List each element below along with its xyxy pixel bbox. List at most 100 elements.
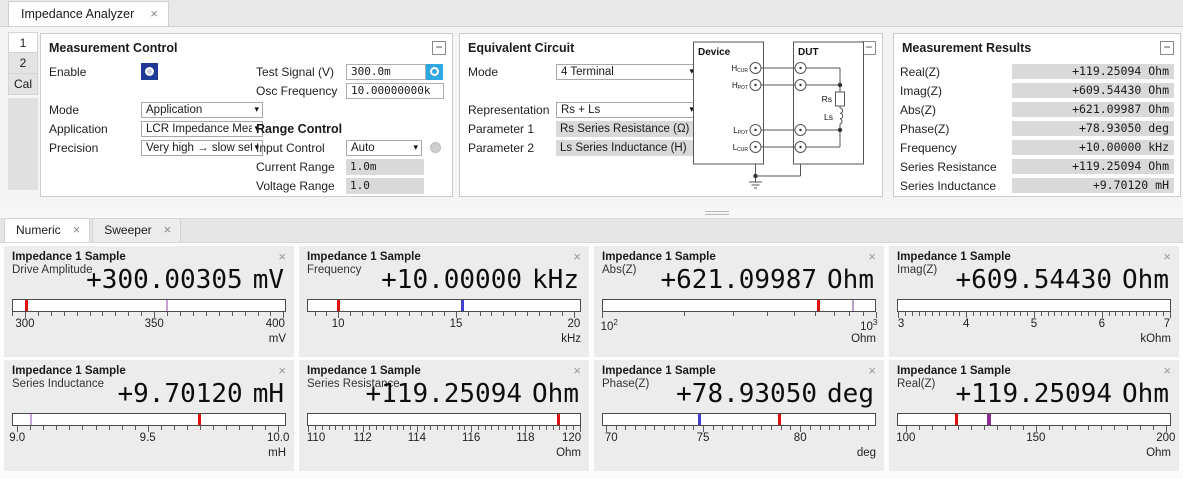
precision-select[interactable]: Very high → slow settlir ▾ [141, 140, 263, 156]
numeric-tile: Impedance 1 Sample × Series Inductance +… [4, 360, 294, 471]
result-value: +119.25094 Ohm [1012, 159, 1174, 174]
application-label: Application [49, 122, 141, 136]
collapse-button[interactable]: − [1160, 41, 1174, 55]
application-select[interactable]: LCR Impedance Measu ▾ [141, 121, 263, 137]
gauge-axis-label: 400 [266, 318, 285, 330]
gauge-axis-unit: kOhm [897, 333, 1171, 345]
gauge-axis-label: 110 [307, 432, 325, 444]
collapse-button[interactable]: − [432, 41, 446, 55]
current-range-label: Current Range [256, 160, 346, 174]
tile-close-icon[interactable]: × [1163, 251, 1171, 263]
test-signal-auto-button[interactable] [426, 64, 443, 80]
tile-close-icon[interactable]: × [278, 251, 286, 263]
measurement-control-title: Measurement Control [49, 41, 178, 55]
gauge-axis-labels: 10 15 20 [307, 318, 581, 331]
gauge-axis-label: 75 [697, 432, 710, 444]
tab-close-icon[interactable]: × [73, 225, 81, 235]
input-control-label: Input Control [256, 141, 346, 155]
gauge-axis-label: 300 [15, 318, 34, 330]
test-signal-input[interactable]: 300.0m [346, 64, 426, 80]
gauge-axis-label: 100 [896, 432, 915, 444]
gauge-axis-label: 10 [332, 318, 345, 330]
gauge-axis-label: 20 [568, 318, 581, 330]
equivalent-circuit-panel: Equivalent Circuit − Mode 4 Terminal ▾ R… [459, 33, 883, 197]
auto-circle-icon [430, 67, 439, 76]
tile-gauge: 101520 kHz [307, 299, 581, 345]
gauge-bar [12, 299, 286, 312]
gauge-axis-label: 102 [601, 318, 618, 333]
result-label: Series Resistance [900, 160, 1012, 174]
tab-close-icon[interactable]: × [150, 9, 158, 19]
tile-value: +119.25094Ohm [955, 379, 1169, 409]
gauge-axis-label: 6 [1099, 318, 1105, 330]
tile-field-label: Abs(Z) [602, 264, 637, 276]
tile-close-icon[interactable]: × [573, 251, 581, 263]
gauge-axis-labels: 102103 [602, 318, 876, 331]
result-row: Real(Z)+119.25094 Ohm [900, 62, 1174, 81]
tile-close-icon[interactable]: × [1163, 365, 1171, 377]
result-row: Series Resistance+119.25094 Ohm [900, 157, 1174, 176]
tile-field-label: Real(Z) [897, 378, 935, 390]
enable-toggle[interactable] [141, 63, 158, 80]
representation-select[interactable]: Rs + Ls ▾ [556, 102, 698, 118]
splitter-grip-icon[interactable] [705, 211, 729, 215]
sidebar-item-2[interactable]: 2 [8, 53, 38, 74]
tile-value: +621.09987Ohm [660, 265, 874, 295]
gauge-marker [198, 414, 201, 425]
gauge-axis-label: 200 [1156, 432, 1175, 444]
gauge-marker [30, 414, 32, 425]
result-row: Abs(Z)+621.09987 Ohm [900, 100, 1174, 119]
tile-close-icon[interactable]: × [278, 365, 286, 377]
result-label: Phase(Z) [900, 122, 1012, 136]
tile-close-icon[interactable]: × [868, 365, 876, 377]
precision-label: Precision [49, 141, 141, 155]
bottom-tab-bar: Numeric×Sweeper× [0, 218, 1183, 243]
sidebar-item-1[interactable]: 1 [8, 32, 38, 53]
gauge-axis-labels: 300350400 [12, 318, 286, 331]
tile-field-label: Series Inductance [12, 378, 104, 390]
test-signal-label: Test Signal (V) [256, 65, 346, 79]
gauge-axis-labels: 707580 [602, 432, 876, 445]
gauge-axis-unit: Ohm [602, 333, 876, 345]
tile-gauge: 9.09.510.0 mH [12, 413, 286, 459]
mode-label: Mode [49, 103, 141, 117]
tab-numeric[interactable]: Numeric× [4, 218, 90, 242]
splitter[interactable] [0, 207, 1183, 218]
tile-close-icon[interactable]: × [573, 365, 581, 377]
mode-select[interactable]: Application ▾ [141, 102, 263, 118]
gauge-axis-labels: 9.09.510.0 [12, 432, 286, 445]
device-label: Device [698, 47, 731, 58]
numeric-tile: Impedance 1 Sample × Series Resistance +… [299, 360, 589, 471]
instrument-sidebar: 12Cal [8, 32, 38, 190]
tile-gauge: 707580 deg [602, 413, 876, 459]
gauge-marker [25, 300, 28, 311]
gauge-marker [337, 300, 340, 311]
parameter2-value: Ls Series Inductance (H) [556, 140, 698, 156]
tab-label: Impedance Analyzer [21, 7, 134, 21]
voltage-range-label: Voltage Range [256, 179, 346, 193]
osc-frequency-input[interactable]: 10.00000000k [346, 83, 444, 99]
dropdown-arrow-icon: ▾ [413, 142, 418, 153]
gauge-axis-label: 150 [1026, 432, 1045, 444]
gauge-axis-labels: 110112114116118120 [307, 432, 581, 445]
tab-sweeper[interactable]: Sweeper× [92, 218, 181, 242]
gauge-axis-label: 112 [353, 432, 371, 444]
tab-close-icon[interactable]: × [164, 225, 172, 235]
gauge-bar [307, 299, 581, 312]
tile-close-icon[interactable]: × [868, 251, 876, 263]
sidebar-item-cal[interactable]: Cal [8, 74, 38, 95]
gauge-axis-labels: 34567 [897, 318, 1171, 331]
gauge-axis-label: 118 [516, 432, 534, 444]
tile-title: Impedance 1 Sample [307, 251, 421, 263]
tile-field-label: Phase(Z) [602, 378, 649, 390]
ec-mode-select[interactable]: 4 Terminal ▾ [556, 64, 698, 80]
gauge-marker [987, 414, 991, 425]
gauge-axis-label: 80 [794, 432, 807, 444]
tile-value: +78.93050deg [676, 379, 874, 409]
tile-title: Impedance 1 Sample [12, 251, 126, 263]
tab-impedance-analyzer[interactable]: Impedance Analyzer × [8, 1, 169, 26]
measurement-results-rows: Real(Z)+119.25094 OhmImag(Z)+609.54430 O… [894, 56, 1180, 195]
gauge-axis-label: 15 [450, 318, 463, 330]
input-control-select[interactable]: Auto ▾ [346, 140, 422, 156]
circuit-diagram: Device DUT HCUR HPOT LPOT LCUR Rs Ls [692, 38, 874, 194]
